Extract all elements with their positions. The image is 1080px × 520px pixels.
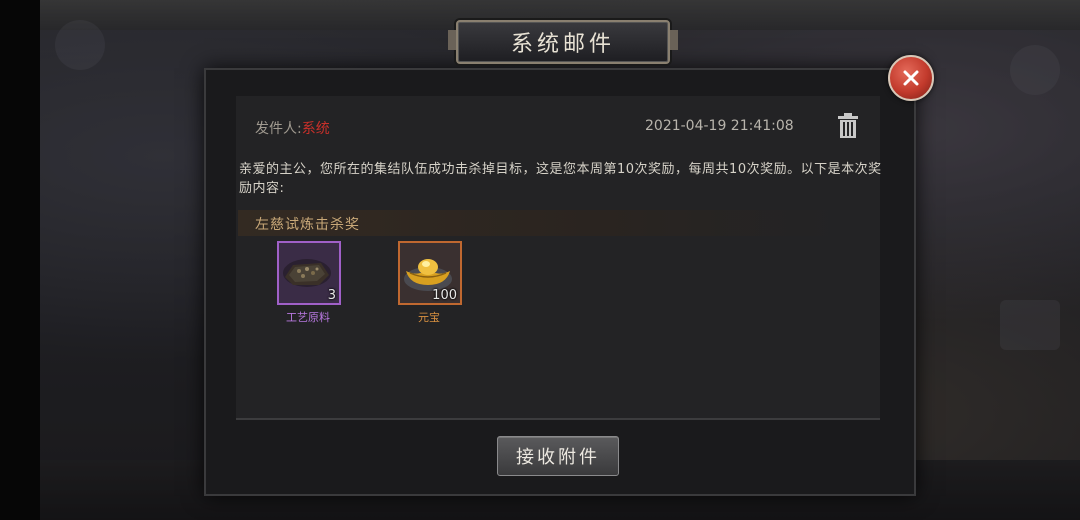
reward-item-slot[interactable]: 3 <box>277 241 341 305</box>
item-name: 元宝 <box>418 311 440 324</box>
item-name: 工艺原料 <box>286 311 330 324</box>
sender-label: 发件人: <box>255 121 302 137</box>
crafting-material-icon <box>283 259 331 287</box>
trash-icon <box>838 113 858 138</box>
reward-section-header: 左慈试炼击杀奖 <box>238 210 838 236</box>
item-count: 100 <box>432 288 457 303</box>
mail-date: 2021-04-19 21:41:08 <box>645 118 794 134</box>
delete-mail-button[interactable] <box>836 113 860 139</box>
dialog-title: 系统邮件 <box>510 32 615 57</box>
sender-name: 系统 <box>301 121 330 137</box>
reward-item-slot[interactable]: 100 <box>398 241 462 305</box>
item-count: 3 <box>327 288 336 303</box>
close-icon <box>903 70 919 86</box>
dialog-title-plaque: 系统邮件 <box>448 20 678 64</box>
mail-sender: 发件人:系统 <box>255 118 330 138</box>
claim-button-label: 接收附件 <box>516 447 600 468</box>
claim-attachment-button[interactable]: 接收附件 <box>497 436 619 476</box>
close-button[interactable] <box>888 55 934 101</box>
mail-body-text: 亲爱的主公，您所在的集结队伍成功击杀掉目标，这是您本周第10次奖励，每周共10次… <box>239 162 882 196</box>
reward-title: 左慈试炼击杀奖 <box>255 217 360 233</box>
